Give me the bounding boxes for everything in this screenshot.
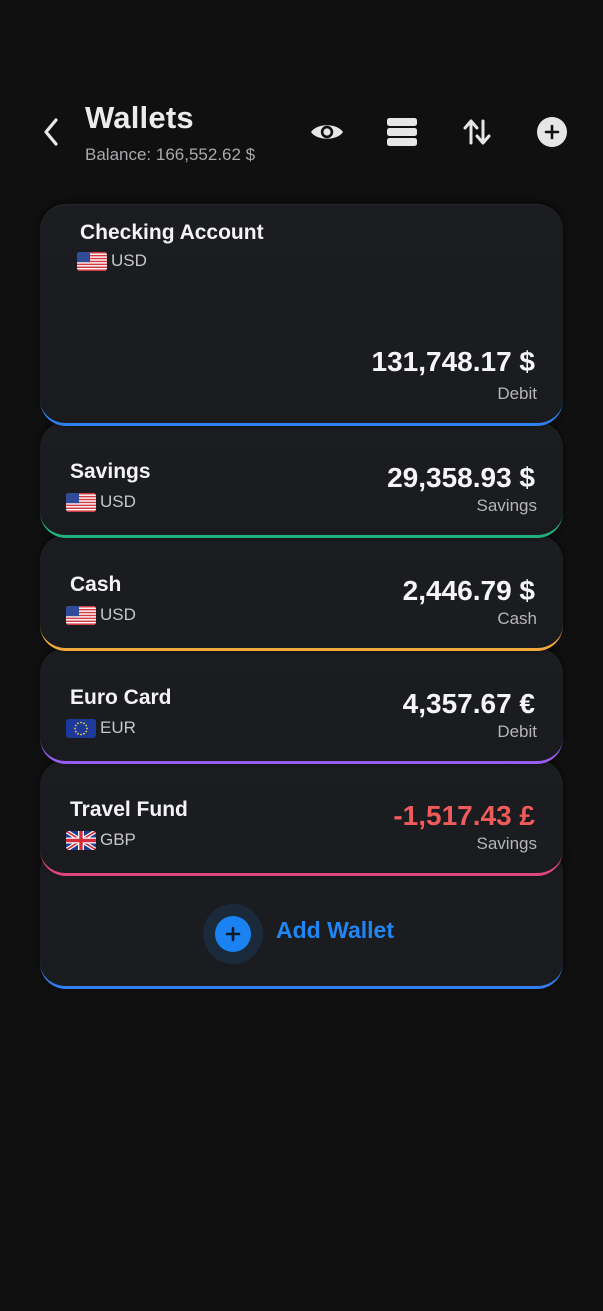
currency-code: EUR: [100, 718, 136, 737]
eu-flag-icon: [66, 718, 96, 738]
wallet-amount: -1,517.43 £: [393, 800, 535, 831]
wallet-amount: 29,358.93 $: [387, 462, 535, 493]
wallet-name: Travel Fund: [70, 798, 188, 821]
wallet-type: Cash: [497, 609, 537, 628]
wallet-card-savings[interactable]: Savings USD 29,358.93 $ Savings: [40, 422, 563, 538]
currency-code: USD: [100, 492, 136, 511]
add-wallet-label[interactable]: Add Wallet: [276, 917, 394, 944]
wallet-name: Savings: [70, 460, 151, 483]
transfer-arrows-icon: [463, 119, 491, 145]
toggle-visibility-button[interactable]: [307, 112, 347, 152]
us-flag-icon: [66, 605, 96, 625]
currency-code: USD: [100, 605, 136, 624]
wallet-card-euro-card[interactable]: Euro Card EUR 4,357.67 € Debit: [40, 648, 563, 764]
wallet-name: Cash: [70, 573, 122, 596]
total-balance: Balance: 166,552.62 $: [85, 145, 256, 164]
wallet-type: Savings: [476, 496, 537, 515]
us-flag-icon: [77, 251, 107, 271]
stack-icon: [387, 118, 417, 146]
wallet-currency: USD: [66, 492, 136, 512]
currency-code: GBP: [100, 830, 136, 849]
wallet-type: Debit: [497, 384, 537, 403]
plus-circle-icon: [215, 916, 251, 952]
eye-icon: [311, 125, 343, 139]
wallet-type: Savings: [476, 834, 537, 853]
add-circle-icon: [537, 117, 567, 147]
wallet-amount: 4,357.67 €: [402, 688, 535, 719]
wallet-currency: EUR: [66, 718, 136, 738]
wallet-currency: USD: [77, 251, 147, 271]
back-chevron-icon: [44, 118, 58, 146]
us-flag-icon: [66, 492, 96, 512]
add-wallet-button[interactable]: [203, 904, 263, 964]
transfer-button[interactable]: [457, 112, 497, 152]
uk-flag-icon: [66, 830, 96, 850]
wallet-name: Euro Card: [70, 686, 172, 709]
wallet-card-travel-fund[interactable]: Travel Fund GBP -1,517.43 £ Savings: [40, 760, 563, 876]
wallet-card-cash[interactable]: Cash USD 2,446.79 $ Cash: [40, 535, 563, 651]
page-title: Wallets: [85, 100, 194, 135]
wallet-amount: 2,446.79 $: [402, 575, 535, 606]
wallet-card-checking-account[interactable]: Checking Account USD 131,748.17 $ Debit: [40, 204, 563, 426]
back-button[interactable]: [34, 112, 68, 152]
wallet-name: Checking Account: [80, 221, 264, 244]
currency-code: USD: [111, 251, 147, 270]
add-wallet-header-button[interactable]: [532, 112, 572, 152]
stack-view-button[interactable]: [382, 112, 422, 152]
wallet-currency: USD: [66, 605, 136, 625]
wallet-amount: 131,748.17 $: [371, 346, 536, 377]
wallet-currency: GBP: [66, 830, 136, 850]
wallets-screen: Wallets Balance: 166,552.62 $ Add Wallet…: [0, 0, 603, 1311]
wallet-type: Debit: [497, 722, 537, 741]
